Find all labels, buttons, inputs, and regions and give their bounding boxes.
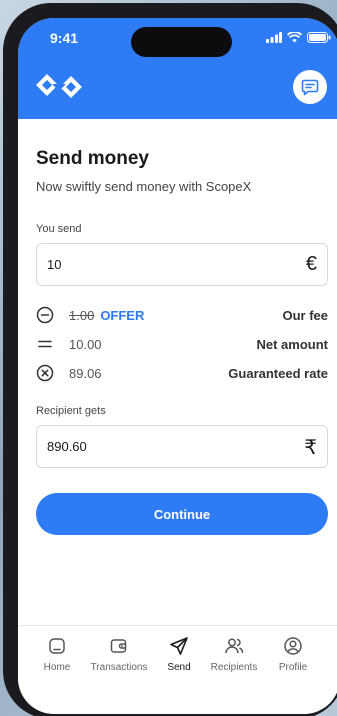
you-send-value: 10 <box>47 257 62 272</box>
tab-profile[interactable]: Profile <box>258 636 328 673</box>
page-title: Send money <box>36 148 149 169</box>
rate-value: 89.06 <box>69 366 102 381</box>
fee-value-wrap: 1.00 OFFER <box>69 308 144 323</box>
recipient-gets-label: Recipient gets <box>36 405 106 417</box>
fee-value: 1.00 <box>69 308 95 323</box>
signal-icon <box>266 32 282 43</box>
net-amount-row: 10.00 Net amount <box>36 335 328 355</box>
fee-label: Our fee <box>282 308 328 323</box>
dynamic-island <box>131 27 232 57</box>
bottom-tab-bar: Home Transactions Send Recipients Profil… <box>18 625 337 714</box>
euro-icon: € <box>305 253 317 275</box>
profile-icon <box>284 637 302 655</box>
recipient-gets-input[interactable]: 890.60 ₹ <box>36 425 328 468</box>
recipient-gets-value: 890.60 <box>47 439 87 454</box>
page-subtitle: Now swiftly send money with ScopeX <box>36 179 252 194</box>
continue-button[interactable]: Continue <box>36 493 328 535</box>
wallet-icon <box>110 639 127 653</box>
you-send-label: You send <box>36 223 82 235</box>
minus-circle-icon <box>36 306 54 324</box>
phone-frame: 9:41 Send money Now swiftly send money w… <box>3 3 337 716</box>
scopex-logo[interactable] <box>36 70 82 107</box>
net-amount-label: Net amount <box>256 337 329 352</box>
recipients-icon <box>225 638 244 654</box>
scopex-logo-icon <box>36 74 82 98</box>
send-icon <box>170 637 188 655</box>
app-header: 9:41 <box>18 18 337 119</box>
tab-home[interactable]: Home <box>22 636 92 673</box>
wifi-icon <box>287 32 302 43</box>
app-screen: 9:41 Send money Now swiftly send money w… <box>18 18 337 714</box>
rupee-icon: ₹ <box>304 437 317 459</box>
equals-icon <box>38 340 52 348</box>
tab-profile-label: Profile <box>278 662 308 673</box>
chat-icon <box>301 79 319 96</box>
you-send-input[interactable]: 10 € <box>36 243 328 286</box>
net-amount-value: 10.00 <box>69 337 102 352</box>
times-circle-icon <box>36 364 54 382</box>
rate-label: Guaranteed rate <box>228 366 328 381</box>
support-chat-button[interactable] <box>293 70 327 104</box>
status-time: 9:41 <box>50 30 79 46</box>
offer-badge: OFFER <box>100 308 145 323</box>
battery-icon <box>307 32 331 43</box>
home-icon <box>49 638 65 654</box>
status-icons <box>266 32 331 43</box>
tab-home-label: Home <box>43 662 71 673</box>
rate-row: 89.06 Guaranteed rate <box>36 364 328 384</box>
fee-row: 1.00 OFFER Our fee <box>36 306 328 326</box>
